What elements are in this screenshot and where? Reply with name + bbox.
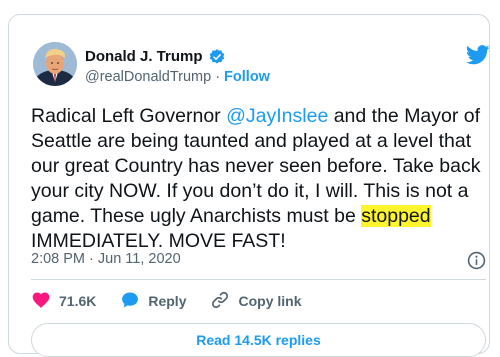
tweet-card: Donald J. Trump @realDonaldTrump · Follo… [8,14,490,357]
info-icon[interactable] [467,251,486,270]
read-replies-button[interactable]: Read 14.5K replies [31,323,486,357]
separator-dot: · [215,69,221,85]
tweet-text-end: IMMEDIATELY. MOVE FAST! [31,230,286,252]
highlighted-word: stopped [361,205,431,227]
verified-badge-icon [208,48,226,66]
like-count: 71.6K [59,293,97,309]
twitter-bird-icon[interactable] [465,45,490,65]
author-handle[interactable]: @realDonaldTrump [85,67,211,87]
copy-link-button[interactable]: Copy link [210,290,302,313]
tweet-timestamp[interactable]: 2:08 PM · Jun 11, 2020 [31,251,181,267]
reply-label: Reply [148,293,187,309]
reply-button[interactable]: Reply [120,290,186,313]
author-name[interactable]: Donald J. Trump [85,47,203,67]
link-icon [210,290,230,313]
follow-button[interactable]: Follow [224,67,270,87]
speech-bubble-icon [120,290,140,313]
tweet-text: Radical Left Governor @JayInslee and the… [31,104,500,254]
author-block: Donald J. Trump @realDonaldTrump · Follo… [85,47,270,87]
tweet-text-intro: Radical Left Governor [31,105,227,127]
mention-link[interactable]: @JayInslee [226,105,328,127]
heart-icon [31,290,51,313]
action-bar: 71.6K Reply Copy link [31,291,326,311]
avatar[interactable] [33,42,77,86]
copy-link-label: Copy link [238,293,302,309]
like-button[interactable]: 71.6K [31,290,96,313]
divider [31,279,486,280]
